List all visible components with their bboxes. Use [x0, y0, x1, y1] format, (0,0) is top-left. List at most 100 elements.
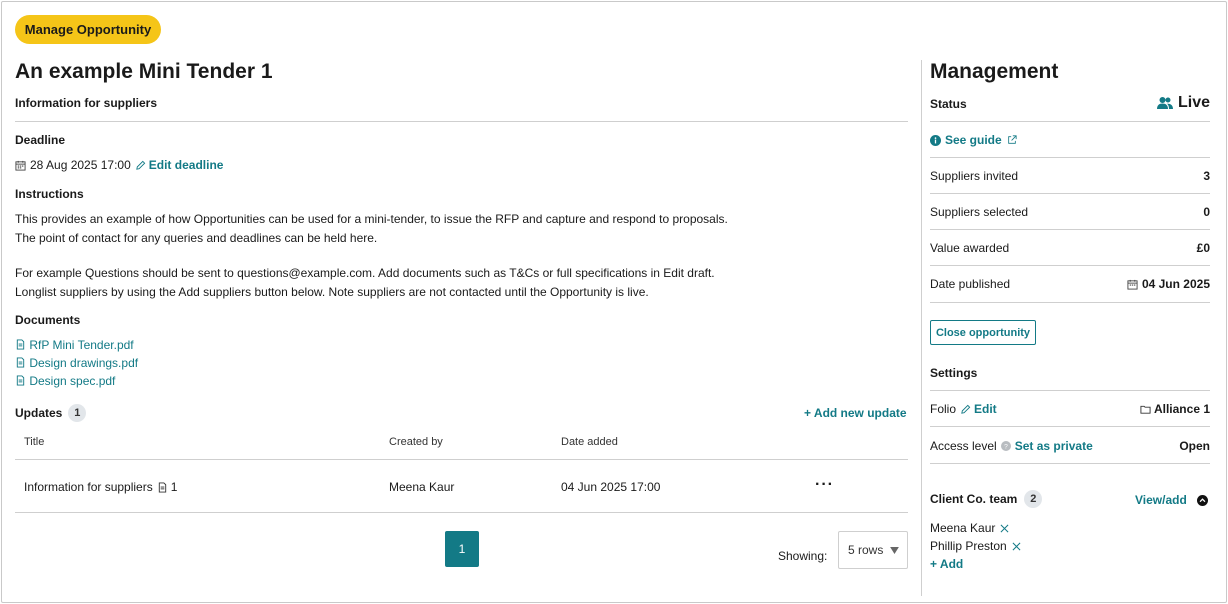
users-icon — [1157, 97, 1173, 109]
set-as-private-link[interactable]: Set as private — [1015, 439, 1093, 453]
team-heading: Client Co. team — [930, 492, 1018, 506]
column-header-created-by: Created by — [389, 436, 443, 448]
team-view-add-label: View/add — [1135, 493, 1187, 507]
edit-deadline-label: Edit deadline — [148, 158, 224, 172]
status-value: Live — [1157, 94, 1210, 112]
folio-value-text: Alliance 1 — [1153, 402, 1210, 416]
divider — [930, 302, 1210, 303]
folio-row: Folio Edit — [930, 402, 997, 416]
pencil-icon — [961, 404, 971, 414]
stat-label: Suppliers invited — [930, 169, 1019, 183]
add-team-member-link[interactable]: + Add — [930, 557, 963, 571]
edit-deadline-link[interactable]: Edit deadline — [135, 156, 224, 175]
divider — [930, 426, 1210, 427]
stat-label: Date published — [930, 277, 1011, 291]
update-created-by: Meena Kaur — [389, 480, 455, 494]
settings-heading: Settings — [930, 366, 978, 380]
access-level-value: Open — [1179, 439, 1210, 453]
pagination-page-button[interactable]: 1 — [445, 531, 479, 567]
page-subtitle: Information for suppliers — [15, 96, 158, 110]
remove-icon[interactable] — [1000, 524, 1009, 533]
team-view-add-toggle[interactable]: View/add — [1135, 493, 1208, 507]
divider — [930, 463, 1210, 464]
manage-opportunity-button[interactable]: Manage Opportunity — [15, 15, 161, 44]
stat-value: 0 — [1203, 205, 1210, 219]
stat-label: Suppliers selected — [930, 205, 1029, 219]
document-icon — [16, 357, 25, 368]
caret-down-icon — [890, 546, 900, 554]
divider — [15, 121, 908, 122]
document-name: Design drawings.pdf — [29, 356, 139, 370]
team-member-name: Meena Kaur — [930, 521, 996, 535]
external-link-icon — [1007, 135, 1017, 144]
rows-per-page-select[interactable]: 5 rows — [838, 531, 908, 569]
column-header-title: Title — [24, 436, 45, 448]
instructions-line: The point of contact for any queries and… — [15, 231, 378, 245]
attachment-document-icon — [158, 482, 166, 493]
updates-heading: Updates — [15, 406, 63, 420]
table-header-divider — [15, 459, 908, 460]
stat-value: 04 Jun 2025 — [1141, 277, 1210, 291]
documents-heading: Documents — [15, 313, 81, 327]
close-opportunity-label: Close opportunity — [935, 326, 1031, 339]
team-header: Client Co. team 2 — [930, 490, 1043, 508]
row-more-menu-button[interactable]: ··· — [815, 476, 834, 494]
see-guide-label: See guide — [945, 133, 1002, 147]
document-link[interactable]: RfP Mini Tender.pdf — [15, 336, 134, 355]
updates-header: Updates 1 — [15, 404, 87, 422]
update-date-added: 04 Jun 2025 17:00 — [561, 480, 661, 494]
stat-value: £0 — [1196, 241, 1210, 255]
folio-value: Alliance 1 — [1110, 402, 1210, 416]
showing-label: Showing: — [778, 549, 828, 563]
chevron-up-icon — [1196, 494, 1208, 506]
instructions-line: Longlist suppliers by using the Add supp… — [15, 285, 649, 299]
updates-count-badge: 1 — [68, 404, 87, 422]
instructions-heading: Instructions — [15, 187, 84, 201]
info-icon — [930, 134, 941, 146]
table-row-divider — [15, 512, 908, 513]
update-title: Information for suppliers — [24, 480, 153, 494]
access-level-row: Access level ? Set as private — [930, 439, 1093, 453]
team-count-badge: 2 — [1024, 490, 1043, 508]
folio-edit-link[interactable]: Edit — [960, 402, 997, 416]
folder-icon — [1140, 405, 1151, 414]
divider — [930, 265, 1210, 266]
document-link[interactable]: Design drawings.pdf — [15, 354, 138, 373]
page-number: 1 — [458, 542, 466, 556]
divider — [930, 390, 1210, 391]
team-member: Meena Kaur — [930, 521, 1009, 535]
status-live-text: Live — [1178, 94, 1211, 111]
document-name: RfP Mini Tender.pdf — [29, 338, 134, 352]
calendar-icon — [15, 160, 26, 171]
instructions-line: This provides an example of how Opportun… — [15, 212, 728, 226]
see-guide-link[interactable]: See guide — [930, 133, 1017, 147]
date-published-value: 04 Jun 2025 — [1110, 277, 1210, 291]
close-opportunity-button[interactable]: Close opportunity — [930, 320, 1036, 345]
document-icon — [16, 375, 25, 386]
stat-label: Value awarded — [930, 241, 1010, 255]
column-header-date-added: Date added — [561, 436, 618, 448]
deadline-row: 28 Aug 2025 17:00 Edit deadline — [15, 156, 223, 175]
help-icon: ? — [1000, 441, 1011, 451]
page-title: An example Mini Tender 1 — [15, 60, 273, 83]
divider — [930, 157, 1210, 158]
management-heading: Management — [930, 60, 1059, 83]
svg-text:?: ? — [1004, 444, 1008, 451]
divider — [930, 121, 1210, 122]
document-name: Design spec.pdf — [29, 374, 116, 388]
remove-icon[interactable] — [1012, 542, 1021, 551]
divider — [930, 229, 1210, 230]
team-member: Phillip Preston — [930, 539, 1021, 553]
folio-edit-label: Edit — [974, 402, 997, 416]
attachment-count: 1 — [170, 480, 178, 494]
folio-label: Folio — [930, 402, 957, 416]
rows-per-page-value: 5 rows — [848, 543, 884, 557]
add-new-update-link[interactable]: + Add new update — [804, 406, 907, 420]
pencil-icon — [136, 160, 146, 170]
table-row-title[interactable]: Information for suppliers 1 — [24, 478, 177, 497]
stat-value: 3 — [1203, 169, 1210, 183]
team-member-name: Phillip Preston — [930, 539, 1007, 553]
document-link[interactable]: Design spec.pdf — [15, 372, 115, 391]
divider — [930, 193, 1210, 194]
document-icon — [16, 339, 25, 350]
